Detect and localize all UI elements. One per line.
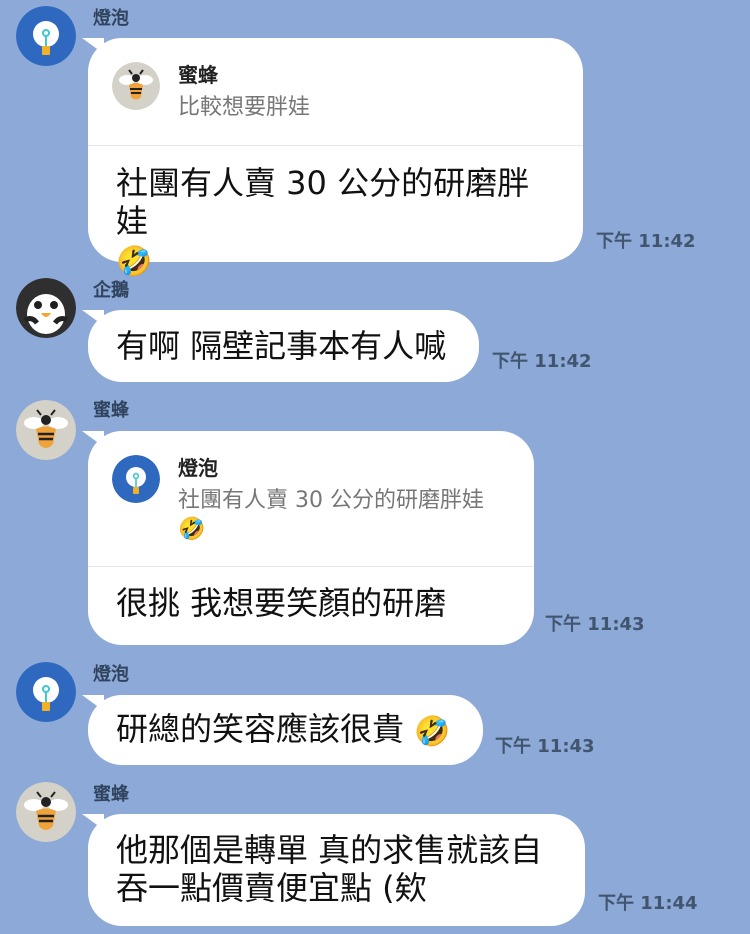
- reply-text: 社團有人賣 30 公分的研磨胖娃 🤣: [178, 486, 528, 544]
- message-time: 下午 11:44: [598, 893, 698, 914]
- message-time: 下午 11:42: [596, 231, 696, 252]
- message-line: 社團有人賣 30 公分的研磨胖娃: [116, 164, 530, 240]
- reply-divider: [88, 145, 583, 146]
- message-line: 他那個是轉單 真的求售就該自: [116, 831, 543, 869]
- message-text: 研總的笑容應該很貴 🤣: [116, 710, 466, 748]
- message-group: 企鵝 有啊 隔壁記事本有人喊 下午 11:42: [0, 276, 750, 386]
- message-text: 社團有人賣 30 公分的研磨胖娃 🤣: [116, 164, 556, 278]
- message-bubble[interactable]: 研總的笑容應該很貴 🤣: [88, 695, 483, 765]
- message-time: 下午 11:42: [492, 351, 592, 372]
- rolling-on-floor-laughing-icon: 🤣: [116, 243, 153, 278]
- message-line: 吞一點價賣便宜點 (欸: [116, 869, 427, 907]
- bee-avatar[interactable]: [16, 782, 76, 842]
- reply-avatar: [112, 455, 160, 503]
- reply-avatar: [112, 62, 160, 110]
- message-text: 有啊 隔壁記事本有人喊: [116, 327, 447, 365]
- reply-sender-name: 燈泡: [178, 456, 218, 480]
- lightbulb-icon: [112, 455, 160, 503]
- penguin-avatar[interactable]: [16, 278, 76, 338]
- bee-avatar[interactable]: [16, 400, 76, 460]
- message-text: 很挑 我想要笑顏的研磨: [116, 584, 447, 622]
- bee-icon: [112, 62, 160, 110]
- message-group: 蜜蜂 他那個是轉單 真的求售就該自 吞一點價賣便宜點 (欸 下午 11:44: [0, 780, 750, 934]
- message-time: 下午 11:43: [545, 614, 645, 635]
- bee-icon: [16, 400, 76, 460]
- rolling-on-floor-laughing-icon: 🤣: [414, 713, 451, 748]
- sender-name: 蜜蜂: [93, 400, 129, 421]
- reply-text: 比較想要胖娃: [178, 95, 311, 120]
- sender-name: 企鵝: [93, 280, 129, 301]
- sender-name: 燈泡: [93, 8, 129, 29]
- reply-divider: [88, 566, 534, 567]
- reply-sender-name: 蜜蜂: [178, 63, 218, 87]
- message-text: 他那個是轉單 真的求售就該自 吞一點價賣便宜點 (欸: [116, 831, 571, 907]
- message-group: 燈泡 蜜蜂 比較想要胖娃 社團有人賣 30 公分的研磨胖娃 🤣 下午 11:42: [0, 0, 750, 275]
- message-bubble[interactable]: 有啊 隔壁記事本有人喊: [88, 310, 479, 382]
- message-time: 下午 11:43: [495, 736, 595, 757]
- reply-preview[interactable]: 蜜蜂 比較想要胖娃: [112, 62, 583, 140]
- lightbulb-avatar[interactable]: [16, 6, 76, 66]
- bee-icon: [16, 782, 76, 842]
- lightbulb-avatar[interactable]: [16, 662, 76, 722]
- lightbulb-icon: [16, 662, 76, 722]
- message-bubble-with-reply[interactable]: 燈泡 社團有人賣 30 公分的研磨胖娃 🤣 很挑 我想要笑顏的研磨: [88, 431, 534, 645]
- lightbulb-icon: [16, 6, 76, 66]
- message-bubble[interactable]: 他那個是轉單 真的求售就該自 吞一點價賣便宜點 (欸: [88, 814, 585, 926]
- message-group: 蜜蜂 燈泡 社團有人賣 30 公分的研磨胖娃 🤣 很挑 我想要笑顏的研磨 下午 …: [0, 397, 750, 647]
- chat-transcript: 燈泡 蜜蜂 比較想要胖娃 社團有人賣 30 公分的研磨胖娃 🤣 下午 11:42…: [0, 0, 750, 934]
- sender-name: 燈泡: [93, 664, 129, 685]
- message-group: 燈泡 研總的笑容應該很貴 🤣 下午 11:43: [0, 659, 750, 769]
- penguin-icon: [16, 278, 76, 338]
- reply-line: 社團有人賣 30 公分的研磨胖娃: [178, 488, 484, 513]
- sender-name: 蜜蜂: [93, 784, 129, 805]
- message-bubble-with-reply[interactable]: 蜜蜂 比較想要胖娃 社團有人賣 30 公分的研磨胖娃 🤣: [88, 38, 583, 275]
- rolling-on-floor-laughing-icon: 🤣: [178, 517, 206, 542]
- message-line: 研總的笑容應該很貴: [116, 710, 405, 748]
- reply-preview[interactable]: 燈泡 社團有人賣 30 公分的研磨胖娃 🤣: [112, 455, 534, 547]
